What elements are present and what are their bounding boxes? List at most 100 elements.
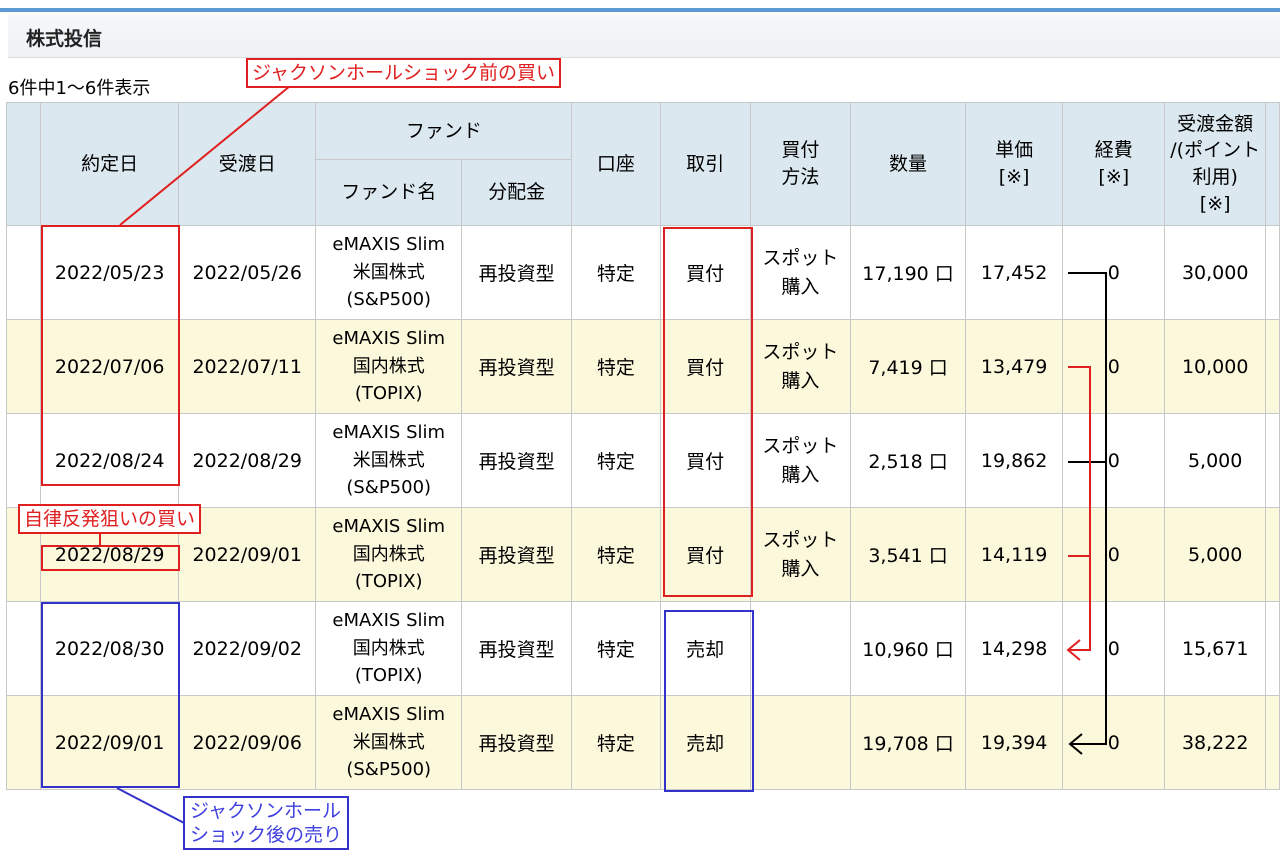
settlement-amount: 5,000 — [1164, 507, 1267, 602]
header-blank — [5, 102, 42, 226]
header-expense: 経費 [※] — [1062, 102, 1166, 226]
fund-name: eMAXIS Slim 国内株式 (TOPIX) — [315, 319, 462, 414]
fund-name: eMAXIS Slim 米国株式 (S&P500) — [315, 695, 462, 790]
callout-line-sell — [116, 787, 187, 825]
fund-name-line: eMAXIS Slim — [332, 327, 446, 349]
purchase-method-line: 購入 — [781, 369, 820, 392]
fund-name-line: (S&P500) — [346, 759, 432, 781]
quantity: 19,708 口 — [850, 695, 966, 790]
sell-transaction-highlight — [664, 610, 754, 792]
purchase-method — [749, 695, 852, 790]
header-settle-date: 受渡日 — [177, 102, 317, 226]
expense: 0 — [1062, 413, 1166, 508]
row-edge — [1265, 413, 1280, 508]
account: 特定 — [571, 319, 661, 414]
row-edge — [1265, 695, 1280, 790]
row-blank — [5, 695, 42, 790]
quantity: 7,419 口 — [850, 319, 966, 414]
row-blank — [5, 319, 42, 414]
header-transaction: 取引 — [659, 102, 751, 226]
header-fund-name: ファンド名 — [315, 159, 462, 226]
purchase-method-line: スポット — [762, 529, 839, 551]
fund-name-line: (S&P500) — [346, 477, 432, 499]
header-distribution: 分配金 — [460, 159, 573, 226]
account: 特定 — [571, 413, 661, 508]
fund-name-line: eMAXIS Slim — [332, 703, 446, 725]
header-unit-price-line2: [※] — [998, 166, 1030, 188]
unit-price: 17,452 — [964, 225, 1064, 320]
settlement-amount: 5,000 — [1164, 413, 1267, 508]
header-expense-line2: [※] — [1098, 166, 1130, 188]
fund-name: eMAXIS Slim 国内株式 (TOPIX) — [315, 507, 462, 602]
buy-transaction-highlight — [663, 227, 753, 597]
purchase-method: スポット 購入 — [749, 413, 852, 508]
header-trade-date: 約定日 — [40, 102, 179, 226]
header-unit-price-line1: 単価 — [995, 139, 1034, 162]
settle-date: 2022/09/06 — [177, 695, 317, 790]
unit-price: 19,862 — [964, 413, 1064, 508]
fund-name-line: (TOPIX) — [354, 571, 423, 593]
settle-date: 2022/09/02 — [177, 601, 317, 696]
header-expense-line1: 経費 — [1094, 139, 1133, 162]
rebound-date-highlight — [41, 545, 180, 571]
settle-date: 2022/07/11 — [177, 319, 317, 414]
row-edge — [1265, 225, 1280, 320]
quantity: 3,541 口 — [850, 507, 966, 602]
distribution: 再投資型 — [460, 413, 573, 508]
expense: 0 — [1062, 695, 1166, 790]
fund-name-line: (TOPIX) — [354, 383, 423, 405]
unit-price: 19,394 — [964, 695, 1064, 790]
settlement-amount: 10,000 — [1164, 319, 1267, 414]
purchase-method-line: スポット — [762, 435, 839, 457]
fund-name-line: eMAXIS Slim — [332, 515, 446, 537]
purchase-method-line: スポット — [762, 341, 839, 363]
distribution: 再投資型 — [460, 695, 573, 790]
header-method-line2: 方法 — [781, 166, 820, 188]
table-row: 2022/09/01 2022/09/06 eMAXIS Slim 米国株式 (S&P5… — [5, 695, 1280, 790]
purchase-method-line: スポット — [762, 247, 839, 269]
header-method: 買付 方法 — [749, 102, 852, 226]
purchase-method-line: 購入 — [781, 557, 820, 580]
row-edge — [1265, 507, 1280, 602]
header-edge — [1265, 102, 1280, 226]
header-account: 口座 — [571, 102, 661, 226]
top-accent-bar — [0, 8, 1280, 12]
header-method-line1: 買付 — [781, 139, 820, 162]
annotation-rebound-buy: 自律反発狙いの買い — [18, 504, 202, 534]
fund-name-line: 米国株式 — [352, 261, 425, 283]
trade-history-table: 約定日 受渡日 ファンド 口座 取引 買付 方法 数量 単価 [※] 経費 [※… — [5, 102, 1280, 790]
table-row: 2022/05/23 2022/05/26 eMAXIS Slim 米国株式 (S&P5… — [5, 225, 1280, 320]
purchase-method: スポット 購入 — [749, 225, 852, 320]
row-edge — [1265, 319, 1280, 414]
buy-dates-highlight — [41, 225, 180, 486]
settlement-amount: 15,671 — [1164, 601, 1267, 696]
annotation-jackson-hole-sell: ジャクソンホール ショック後の売り — [183, 796, 350, 850]
fund-name-line: 国内株式 — [352, 637, 425, 659]
fund-name: eMAXIS Slim 米国株式 (S&P500) — [315, 225, 462, 320]
account: 特定 — [571, 507, 661, 602]
header-amount-line3: 利用) — [1192, 166, 1238, 188]
row-blank — [5, 225, 42, 320]
quantity: 17,190 口 — [850, 225, 966, 320]
section-header: 株式投信 — [8, 14, 1280, 58]
annotation-sell-line1: ジャクソンホール — [190, 800, 342, 822]
quantity: 10,960 口 — [850, 601, 966, 696]
sell-dates-highlight — [41, 602, 180, 788]
fund-name-line: 国内株式 — [352, 355, 425, 377]
unit-price: 13,479 — [964, 319, 1064, 414]
fund-name-line: 米国株式 — [352, 731, 425, 753]
expense: 0 — [1062, 601, 1166, 696]
distribution: 再投資型 — [460, 507, 573, 602]
distribution: 再投資型 — [460, 319, 573, 414]
header-fund-group: ファンド — [315, 102, 573, 160]
account: 特定 — [571, 225, 661, 320]
fund-name-line: eMAXIS Slim — [332, 233, 446, 255]
account: 特定 — [571, 601, 661, 696]
row-edge — [1265, 601, 1280, 696]
header-unit-price: 単価 [※] — [964, 102, 1064, 226]
distribution: 再投資型 — [460, 601, 573, 696]
annotation-sell-line2: ショック後の売り — [190, 824, 343, 846]
unit-price: 14,119 — [964, 507, 1064, 602]
fund-name-line: (TOPIX) — [354, 665, 423, 687]
row-blank — [5, 413, 42, 508]
